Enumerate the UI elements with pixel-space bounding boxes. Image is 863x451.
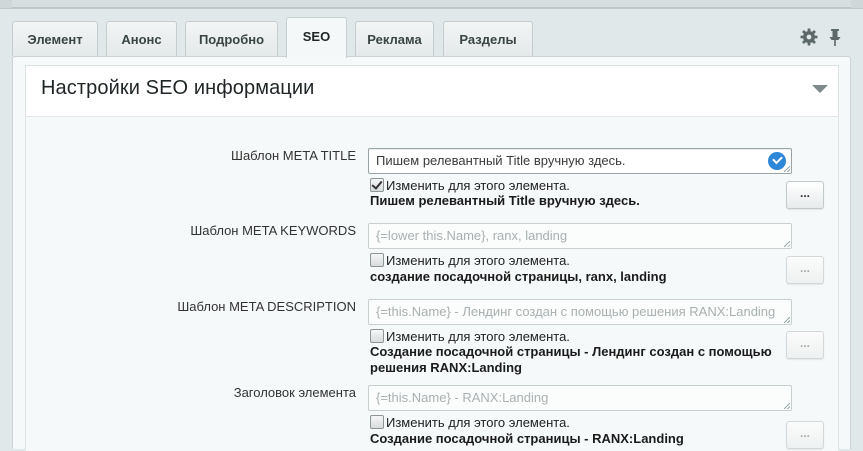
meta-description-template-button[interactable]: ... (786, 331, 824, 359)
top-panel-edge (12, 0, 851, 8)
element-heading-override-label: Изменить для этого элемента. (386, 415, 570, 430)
meta-keywords-template-button[interactable]: ... (786, 256, 824, 284)
meta-description-input-value: {=this.Name} - Лендинг создан с помощью … (376, 304, 776, 319)
tab-seo[interactable]: SEO (286, 17, 347, 58)
tab-details[interactable]: Подробно (185, 21, 278, 56)
collapse-arrow-icon[interactable] (812, 85, 828, 93)
meta-title-override[interactable]: Изменить для этого элемента. (370, 178, 570, 194)
meta-title-preview: Пишем релевантный Title вручную здесь. (370, 193, 640, 208)
seo-section: Настройки SEO информации Шаблон META TIT… (25, 65, 839, 451)
tab-advertising[interactable]: Реклама (355, 21, 434, 56)
meta-description-input[interactable]: {=this.Name} - Лендинг создан с помощью … (368, 299, 792, 325)
meta-description-preview: Создание посадочной страницы - Лендинг с… (370, 344, 772, 375)
element-heading-preview: Создание посадочной страницы - RANX:Land… (370, 431, 684, 446)
element-heading-input-value: {=this.Name} - RANX:Landing (376, 390, 549, 405)
tab-tools (799, 26, 845, 48)
element-heading-template-button[interactable]: ... (786, 421, 824, 449)
top-panel-bar (0, 0, 863, 9)
element-heading-override-checkbox[interactable] (370, 415, 384, 429)
tab-sections[interactable]: Разделы (443, 21, 533, 56)
meta-description-override-label: Изменить для этого элемента. (386, 329, 570, 344)
resize-grip-icon[interactable] (784, 317, 790, 323)
gear-icon[interactable] (799, 26, 819, 48)
meta-keywords-label: Шаблон META KEYWORDS (190, 223, 356, 238)
resize-grip-icon[interactable] (784, 241, 790, 247)
meta-description-override[interactable]: Изменить для этого элемента. (370, 329, 570, 345)
element-heading-input[interactable]: {=this.Name} - RANX:Landing (368, 385, 792, 411)
meta-title-template-button[interactable]: ... (786, 181, 824, 209)
seo-panel: Настройки SEO информации Шаблон META TIT… (12, 56, 851, 451)
pin-icon[interactable] (825, 26, 845, 48)
section-title: Настройки SEO информации (41, 77, 315, 99)
meta-keywords-input-value: {=lower this.Name}, ranx, landing (376, 228, 568, 243)
element-heading-label: Заголовок элемента (233, 385, 356, 400)
resize-grip-icon[interactable] (784, 166, 790, 172)
meta-title-override-label: Изменить для этого элемента. (386, 178, 570, 193)
tab-element[interactable]: Элемент (12, 21, 98, 56)
meta-keywords-override-label: Изменить для этого элемента. (386, 253, 570, 268)
meta-title-override-checkbox[interactable] (370, 178, 384, 192)
meta-title-input[interactable]: Пишем релевантный Title вручную здесь. (368, 148, 792, 174)
meta-keywords-preview: создание посадочной страницы, ranx, land… (370, 269, 667, 284)
meta-keywords-override-checkbox[interactable] (370, 253, 384, 267)
tab-announce[interactable]: Анонс (106, 21, 177, 56)
meta-description-override-checkbox[interactable] (370, 329, 384, 343)
meta-description-label: Шаблон META DESCRIPTION (177, 299, 356, 314)
seo-fields: Шаблон META TITLE Пишем релевантный Titl… (26, 117, 838, 451)
element-heading-override[interactable]: Изменить для этого элемента. (370, 415, 570, 431)
section-header[interactable]: Настройки SEO информации (26, 66, 838, 117)
meta-title-label: Шаблон META TITLE (231, 148, 356, 163)
meta-title-input-value: Пишем релевантный Title вручную здесь. (376, 153, 626, 168)
resize-grip-icon[interactable] (784, 403, 790, 409)
meta-keywords-override[interactable]: Изменить для этого элемента. (370, 253, 570, 269)
meta-keywords-input[interactable]: {=lower this.Name}, ranx, landing (368, 223, 792, 249)
